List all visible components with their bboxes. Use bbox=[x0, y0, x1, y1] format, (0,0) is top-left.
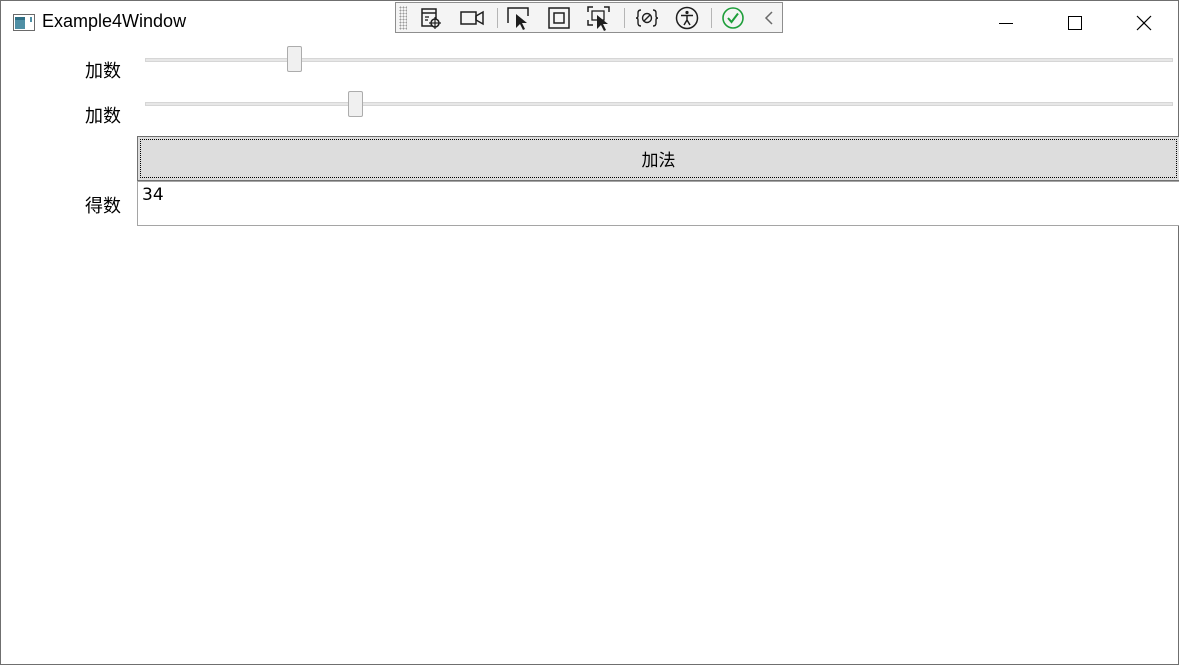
window-title: Example4Window bbox=[42, 11, 187, 31]
close-button[interactable] bbox=[1109, 1, 1179, 45]
hot-reload-ok-icon bbox=[722, 7, 744, 29]
app-icon bbox=[13, 14, 35, 31]
addend2-slider-thumb[interactable] bbox=[348, 91, 363, 117]
select-element-button[interactable] bbox=[504, 5, 534, 31]
toolbar-separator bbox=[497, 8, 498, 28]
display-layout-adorners-icon bbox=[548, 7, 570, 29]
maximize-icon bbox=[1068, 16, 1082, 30]
result-value: 34 bbox=[142, 185, 164, 205]
toolbar-separator bbox=[624, 8, 625, 28]
record-button[interactable] bbox=[456, 5, 488, 31]
result-label: 得数 bbox=[85, 196, 121, 217]
hot-reload-button[interactable] bbox=[718, 5, 748, 31]
select-element-icon bbox=[507, 7, 529, 30]
app-window: Example4Window 加数 加数 加法 得数 34 bbox=[0, 0, 1179, 665]
track-focused-element-icon bbox=[587, 6, 610, 31]
addend1-label: 加数 bbox=[85, 61, 121, 82]
track-focused-element-button[interactable] bbox=[584, 5, 614, 31]
debug-toolbar bbox=[395, 2, 783, 33]
minimize-button[interactable] bbox=[971, 1, 1041, 45]
display-layout-adorners-button[interactable] bbox=[544, 5, 574, 31]
focus-rectangle bbox=[140, 139, 1177, 178]
binding-failures-icon bbox=[635, 9, 659, 27]
result-field[interactable]: 34 bbox=[137, 181, 1179, 226]
add-button[interactable]: 加法 bbox=[137, 136, 1179, 181]
toolbar-grip[interactable] bbox=[399, 6, 407, 30]
addend2-label: 加数 bbox=[85, 106, 121, 127]
accessibility-icon bbox=[675, 6, 699, 30]
accessibility-button[interactable] bbox=[672, 5, 702, 31]
maximize-button[interactable] bbox=[1040, 1, 1110, 45]
visual-tree-icon bbox=[421, 8, 441, 29]
collapse-toolbar-button[interactable] bbox=[758, 5, 780, 31]
visual-tree-button[interactable] bbox=[416, 5, 446, 31]
minimize-icon bbox=[999, 23, 1013, 24]
addend1-slider-thumb[interactable] bbox=[287, 46, 302, 72]
close-icon bbox=[1136, 15, 1152, 31]
toolbar-separator bbox=[711, 8, 712, 28]
binding-failures-button[interactable] bbox=[632, 5, 662, 31]
addend2-slider[interactable] bbox=[145, 102, 1173, 106]
record-icon bbox=[460, 10, 484, 26]
collapse-chevron-icon bbox=[764, 11, 773, 25]
